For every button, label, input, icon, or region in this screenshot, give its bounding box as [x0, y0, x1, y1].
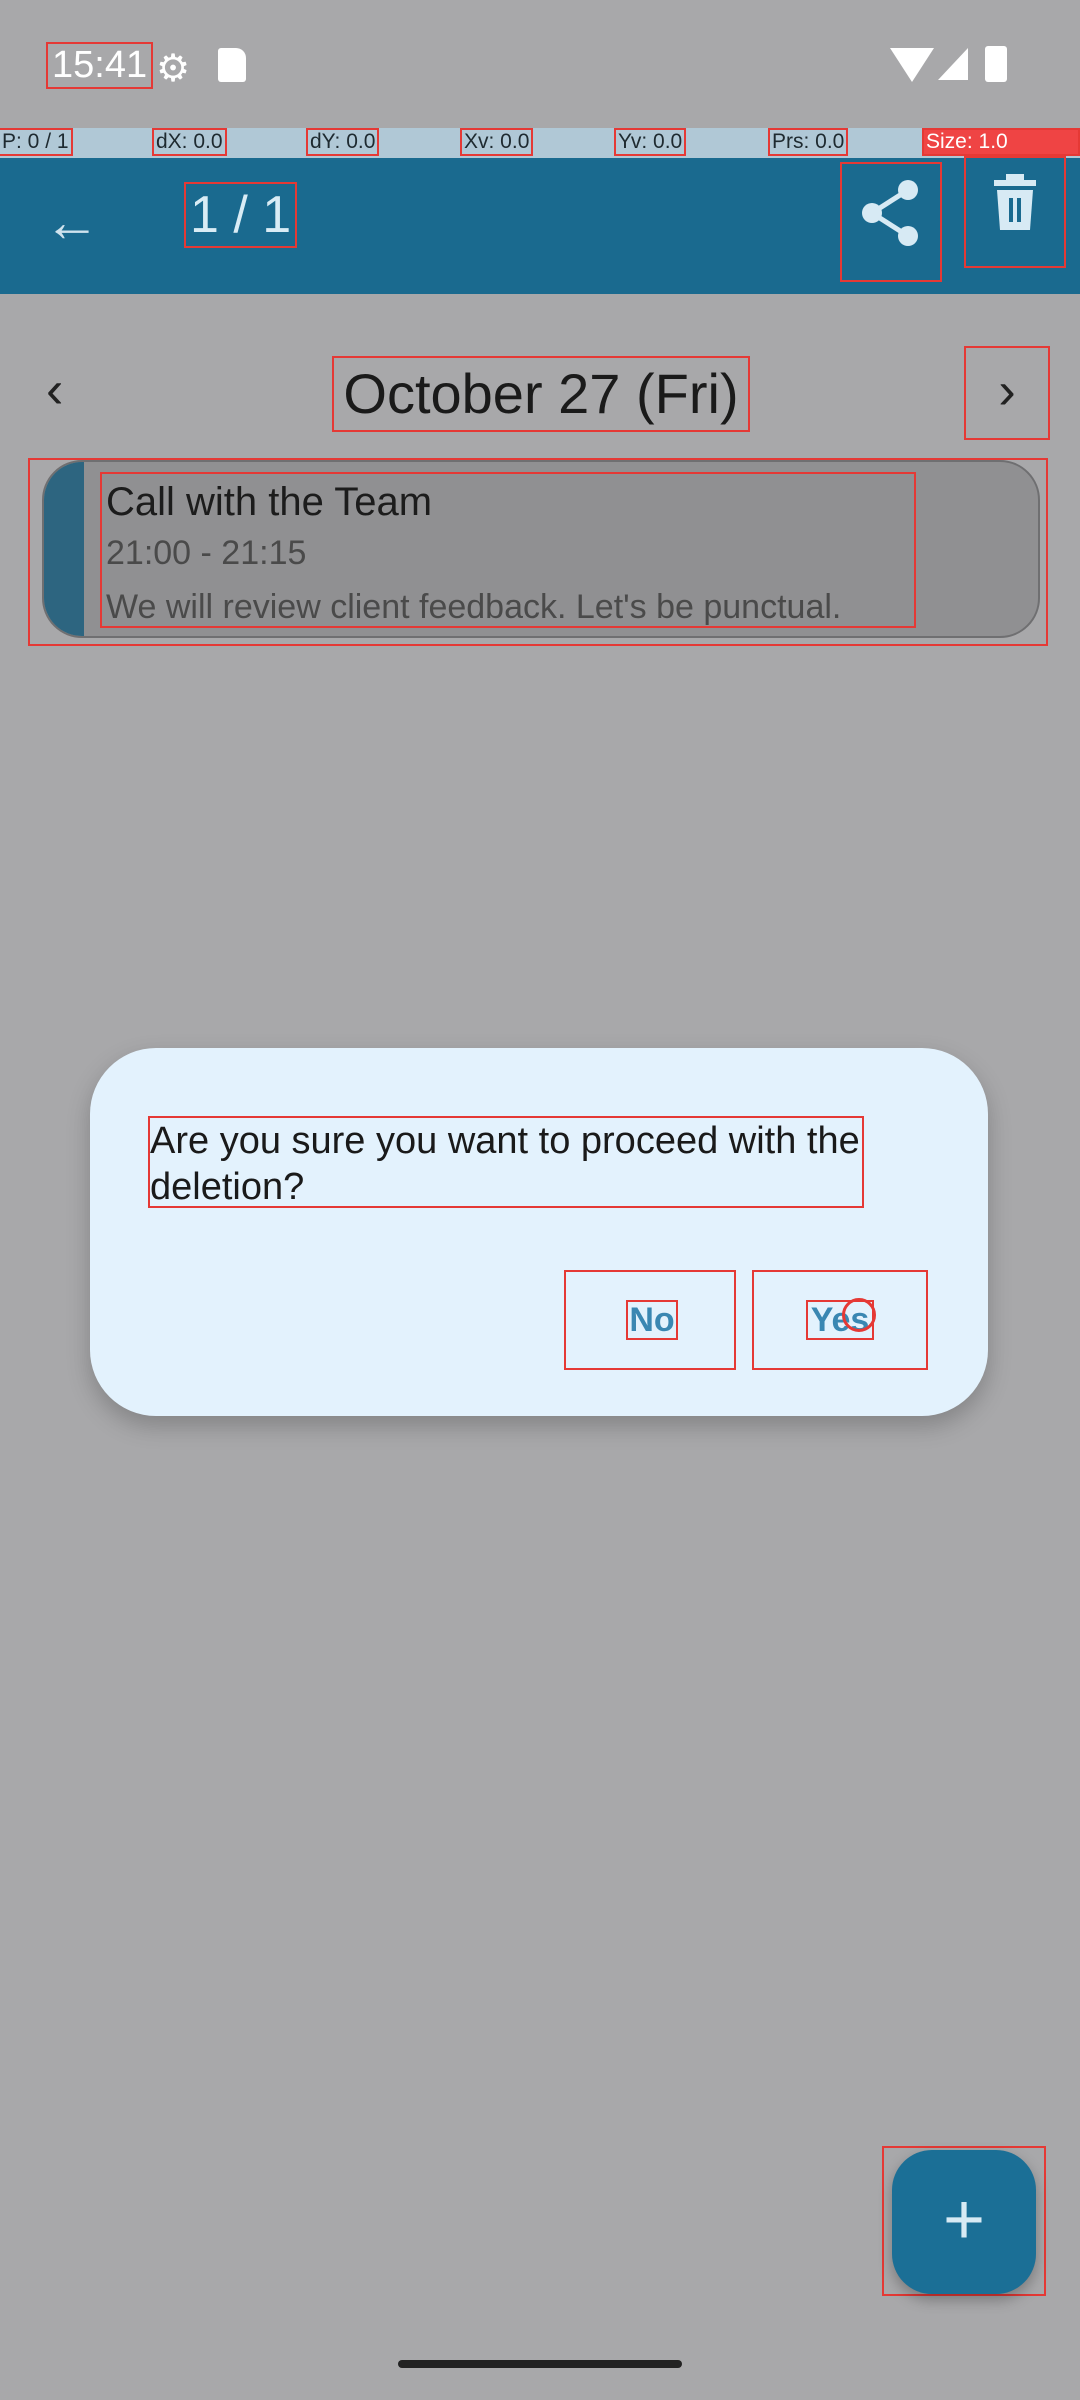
- date-title: October 27 (Fri): [332, 356, 750, 432]
- debug-pointer: P: 0 / 1: [0, 128, 73, 156]
- gesture-navigation-bar[interactable]: [398, 2360, 682, 2368]
- chevron-left-icon[interactable]: ‹: [46, 360, 96, 420]
- debug-xv: Xv: 0.0: [459, 128, 534, 156]
- app-bar: ← 1 / 1: [0, 156, 1080, 294]
- arrow-back-icon[interactable]: ←: [36, 186, 108, 258]
- debug-prs: Prs: 0.0: [767, 128, 849, 156]
- event-list-item[interactable]: Call with the Team 21:00 - 21:15 We will…: [28, 458, 1048, 646]
- sd-card-icon: [218, 48, 246, 82]
- pointer-location-overlay: P: 0 / 1 dX: 0.0 dY: 0.0 Xv: 0.0 Yv: 0.0…: [0, 128, 1080, 158]
- debug-yv: Yv: 0.0: [613, 128, 687, 156]
- event-details: Call with the Team 21:00 - 21:15 We will…: [100, 472, 916, 628]
- plus-icon: +: [892, 2150, 1036, 2294]
- yes-button[interactable]: Yes: [752, 1270, 928, 1370]
- wifi-icon: [890, 48, 934, 82]
- share-icon: [862, 180, 918, 246]
- add-event-button[interactable]: +: [882, 2146, 1046, 2296]
- no-button[interactable]: No: [564, 1270, 736, 1370]
- status-bar: 15:41 ⚙: [0, 0, 1080, 128]
- gear-icon: ⚙: [156, 48, 191, 90]
- event-time: 21:00 - 21:15: [106, 534, 307, 572]
- status-time: 15:41: [45, 42, 154, 89]
- event-title: Call with the Team: [106, 480, 433, 524]
- touch-indicator: [842, 1298, 876, 1332]
- signal-icon: [938, 48, 968, 80]
- event-color-stripe: [44, 462, 84, 636]
- event-description: We will review client feedback. Let's be…: [106, 588, 842, 626]
- delete-confirmation-dialog: Are you sure you want to proceed with th…: [90, 1048, 988, 1416]
- no-button-label: No: [626, 1300, 678, 1340]
- page-counter: 1 / 1: [183, 182, 298, 248]
- delete-icon: [994, 174, 1036, 230]
- dialog-message: Are you sure you want to proceed with th…: [148, 1116, 864, 1208]
- share-button[interactable]: [840, 162, 942, 282]
- battery-icon: [985, 46, 1007, 82]
- debug-dy: dY: 0.0: [305, 128, 380, 156]
- chevron-right-icon[interactable]: ›: [964, 346, 1050, 440]
- delete-button[interactable]: [964, 156, 1066, 268]
- debug-size: Size: 1.0: [922, 128, 1080, 156]
- debug-dx: dX: 0.0: [152, 128, 227, 156]
